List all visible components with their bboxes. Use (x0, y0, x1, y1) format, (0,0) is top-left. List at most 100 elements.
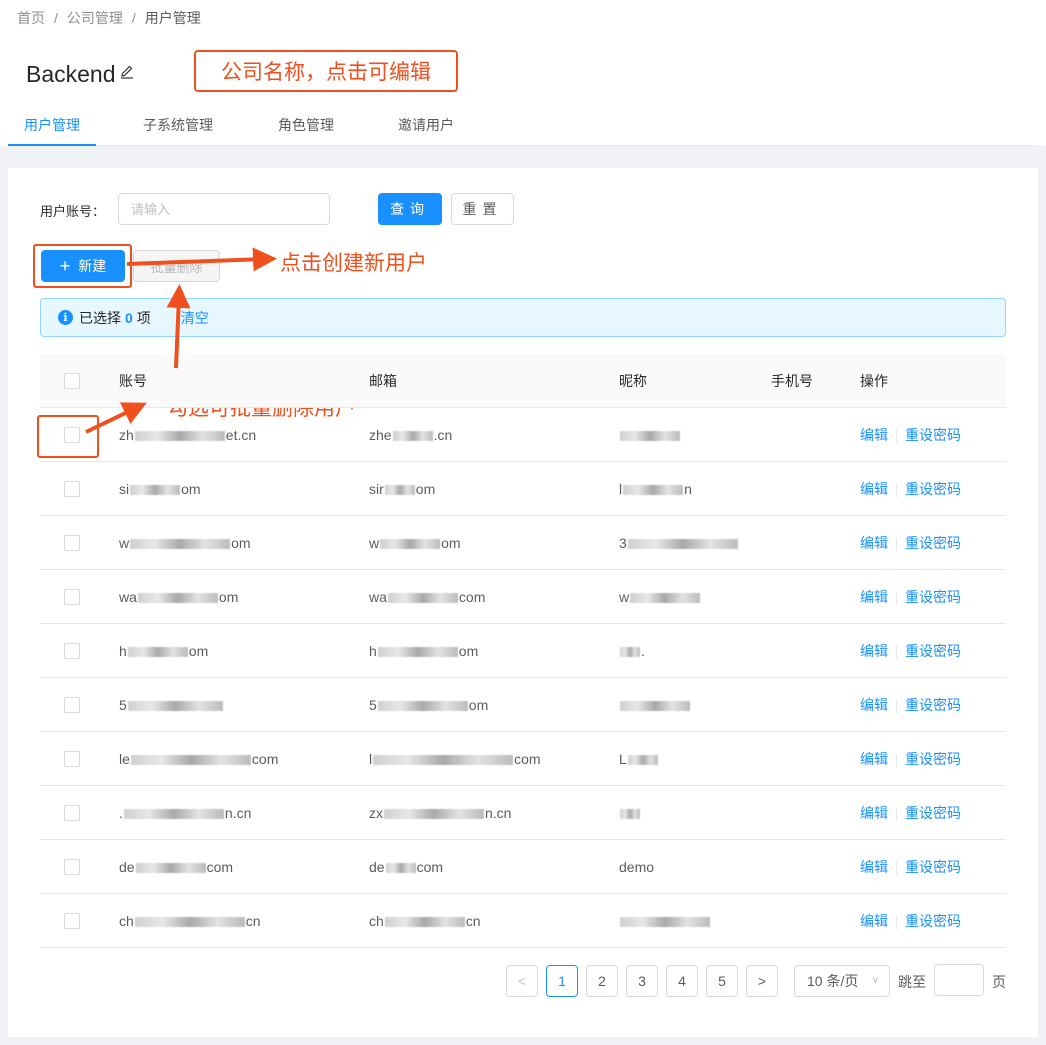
page-size-select[interactable]: 10 条/页 ∨ (794, 965, 890, 997)
jump-suffix: 页 (992, 974, 1006, 990)
breadcrumb-company[interactable]: 公司管理 (67, 8, 123, 28)
action-divider (896, 861, 897, 875)
account-cell: le com (119, 732, 278, 786)
row-checkbox[interactable] (64, 697, 80, 713)
reset-button[interactable]: 重置 (451, 193, 514, 225)
new-user-annotation: 点击创建新用户 (280, 252, 427, 275)
email-cell: sir om (369, 462, 435, 516)
jump-label: 跳至 (898, 974, 926, 990)
account-text-end: om (188, 643, 209, 659)
breadcrumb: 首页 / 公司管理 / 用户管理 (17, 8, 201, 28)
email-cell: h om (369, 624, 478, 678)
redacted-block (627, 539, 738, 550)
pagination-page-3[interactable]: 3 (626, 965, 658, 997)
row-checkbox[interactable] (64, 589, 80, 605)
nickname-cell: ln (619, 462, 692, 516)
reset-password-link[interactable]: 重设密码 (905, 805, 961, 821)
pagination-page-4[interactable]: 4 (666, 965, 698, 997)
redacted-block (377, 701, 468, 712)
new-button-highlight (33, 244, 132, 288)
reset-password-link[interactable]: 重设密码 (905, 481, 961, 497)
edit-link[interactable]: 编辑 (860, 589, 888, 605)
reset-password-link[interactable]: 重设密码 (905, 859, 961, 875)
reset-password-link[interactable]: 重设密码 (905, 427, 961, 443)
edit-link[interactable]: 编辑 (860, 859, 888, 875)
redacted-block (127, 647, 188, 658)
breadcrumb-separator: / (54, 10, 58, 26)
reset-password-link[interactable]: 重设密码 (905, 751, 961, 767)
nickname-cell (619, 786, 641, 840)
row-checkbox[interactable] (64, 643, 80, 659)
email-text-end: com (416, 859, 444, 875)
action-divider (896, 537, 897, 551)
clear-selection-link[interactable]: 清空 (181, 308, 209, 328)
redacted-block (373, 755, 514, 766)
company-title[interactable]: Backend (26, 58, 134, 88)
tab-invite-user[interactable]: 邀请用户 (386, 104, 466, 146)
email-text-end: om (441, 535, 461, 551)
account-text-end: om (181, 481, 201, 497)
pagination-page-5[interactable]: 5 (706, 965, 738, 997)
email-text-start: zhe (369, 427, 392, 443)
row-checkbox[interactable] (64, 481, 80, 497)
breadcrumb-home[interactable]: 首页 (17, 8, 45, 28)
column-nickname: 昵称 (619, 373, 647, 389)
tab-role-management[interactable]: 角色管理 (266, 104, 346, 146)
nickname-cell: demo (619, 840, 654, 894)
actions-cell: 编辑 重设密码 (860, 516, 961, 570)
account-text-start: ch (119, 913, 134, 929)
redacted-block (384, 917, 465, 928)
pagination-prev-button[interactable]: < (506, 965, 538, 997)
reset-password-link[interactable]: 重设密码 (905, 913, 961, 929)
row-checkbox[interactable] (64, 751, 80, 767)
reset-password-link[interactable]: 重设密码 (905, 535, 961, 551)
account-text-start: . (119, 805, 123, 821)
redacted-block (384, 809, 484, 820)
edit-link[interactable]: 编辑 (860, 697, 888, 713)
select-all-checkbox[interactable] (64, 373, 80, 389)
account-text-end: om (218, 589, 239, 605)
tab-user-management[interactable]: 用户管理 (8, 104, 96, 146)
row-checkbox[interactable] (64, 535, 80, 551)
nickname-text-start: 3 (619, 535, 627, 551)
batch-delete-button[interactable]: 批量删除 (133, 250, 220, 282)
edit-link[interactable]: 编辑 (860, 751, 888, 767)
account-cell: 5 (119, 678, 224, 732)
row-checkbox[interactable] (64, 859, 80, 875)
actions-cell: 编辑 重设密码 (860, 840, 961, 894)
reset-password-link[interactable]: 重设密码 (905, 589, 961, 605)
edit-link[interactable]: 编辑 (860, 427, 888, 443)
action-divider (896, 591, 897, 605)
email-text-end: om (468, 697, 489, 713)
reset-password-link[interactable]: 重设密码 (905, 643, 961, 659)
nickname-cell: L (619, 732, 659, 786)
pagination-page-1[interactable]: 1 (546, 965, 578, 997)
reset-password-link[interactable]: 重设密码 (905, 697, 961, 713)
search-button[interactable]: 查询 (378, 193, 442, 225)
email-text-start: sir (369, 481, 384, 497)
account-search-input[interactable] (118, 193, 330, 225)
edit-link[interactable]: 编辑 (860, 643, 888, 659)
row-checkbox[interactable] (64, 913, 80, 929)
account-text-start: 5 (119, 697, 127, 713)
redacted-block (387, 593, 458, 604)
nickname-text-end: n (684, 481, 692, 497)
account-text-end: n.cn (224, 805, 252, 821)
edit-pencil-icon[interactable] (120, 58, 134, 85)
pagination-next-button[interactable]: > (746, 965, 778, 997)
row-checkbox[interactable] (64, 805, 80, 821)
edit-link[interactable]: 编辑 (860, 481, 888, 497)
actions-cell: 编辑 重设密码 (860, 678, 961, 732)
tab-subsystem-management[interactable]: 子系统管理 (128, 104, 228, 146)
edit-link[interactable]: 编辑 (860, 805, 888, 821)
edit-link[interactable]: 编辑 (860, 913, 888, 929)
company-name[interactable]: Backend (26, 61, 116, 88)
action-divider (896, 915, 897, 929)
pagination-page-2[interactable]: 2 (586, 965, 618, 997)
redacted-block (627, 755, 658, 766)
account-text-start: w (119, 535, 130, 551)
nickname-text-start: L (619, 751, 627, 767)
jump-page-input[interactable] (934, 964, 984, 996)
edit-link[interactable]: 编辑 (860, 535, 888, 551)
action-divider (896, 699, 897, 713)
